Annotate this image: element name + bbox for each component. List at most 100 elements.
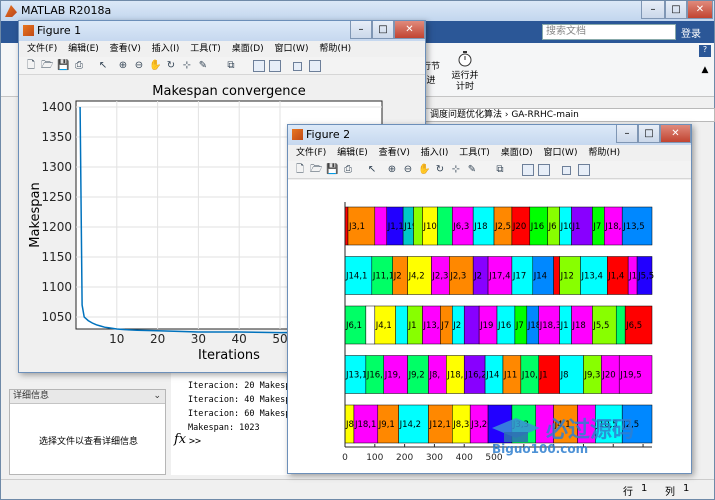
- task-label: J18,3: [539, 321, 561, 331]
- figure1-menubar: 文件(F) 编辑(E) 查看(V) 插入(I) 工具(T) 桌面(D) 窗口(W…: [19, 41, 425, 57]
- col-value: 1: [683, 483, 690, 494]
- x-tick-label: 10: [109, 332, 124, 346]
- zoom-in-icon[interactable]: ⊕: [117, 60, 129, 72]
- task-label: J1,4: [607, 272, 624, 282]
- open-file-icon[interactable]: 🗁: [310, 164, 322, 176]
- data-cursor-icon[interactable]: ⊹: [450, 164, 462, 176]
- task-label: J5,5: [592, 321, 609, 331]
- dock-icon[interactable]: [578, 164, 590, 176]
- task-label: J1: [539, 371, 548, 381]
- link-plot-icon[interactable]: ⧉: [225, 60, 237, 72]
- detail-panel-header[interactable]: 详细信息 ⌄: [10, 390, 165, 404]
- figure1-title-bar[interactable]: Figure 1 – □ ✕: [19, 21, 425, 41]
- menu-file[interactable]: 文件(F): [27, 41, 57, 57]
- collapse-ribbon-icon[interactable]: ▲: [699, 65, 711, 77]
- menu-tools[interactable]: 工具(T): [190, 41, 221, 57]
- task-label: J16: [530, 222, 544, 232]
- close-button[interactable]: ✕: [394, 21, 425, 39]
- y-tick-label: 1350: [41, 130, 72, 144]
- y-tick-label: 1400: [41, 100, 72, 114]
- menu-help[interactable]: 帮助(H): [319, 41, 351, 57]
- new-figure-icon[interactable]: 🗋: [294, 164, 306, 176]
- link-plot-icon[interactable]: ⧉: [494, 164, 506, 176]
- run-and-time-button[interactable]: 运行并 计时: [449, 71, 481, 93]
- hide-tools-icon[interactable]: [293, 62, 302, 71]
- figure2-menubar: 文件(F) 编辑(E) 查看(V) 插入(I) 工具(T) 桌面(D) 窗口(W…: [288, 145, 691, 161]
- x-tick-label: 100: [366, 453, 383, 463]
- task-bar: [374, 206, 387, 246]
- legend-icon[interactable]: [269, 60, 281, 72]
- task-bar: [437, 206, 453, 246]
- rotate-icon[interactable]: ↻: [165, 60, 177, 72]
- zoom-out-icon[interactable]: ⊖: [133, 60, 145, 72]
- y-tick-label: 1150: [41, 250, 72, 264]
- zoom-out-icon[interactable]: ⊖: [402, 164, 414, 176]
- task-bar: [395, 305, 408, 345]
- close-button[interactable]: ✕: [660, 125, 691, 143]
- menu-desktop[interactable]: 桌面(D): [232, 41, 264, 57]
- minimize-button[interactable]: –: [641, 1, 665, 19]
- save-icon[interactable]: 💾: [326, 164, 338, 176]
- menu-window[interactable]: 窗口(W): [544, 145, 578, 161]
- print-icon[interactable]: ⎙: [73, 60, 85, 72]
- task-label: J3,1: [348, 222, 365, 232]
- x-axis-label: Iterations: [198, 348, 260, 363]
- function-browser-icon[interactable]: fx: [174, 432, 186, 447]
- menu-insert[interactable]: 插入(I): [421, 145, 449, 161]
- minimize-button[interactable]: –: [616, 125, 638, 143]
- figure2-toolbar: 🗋 🗁 💾 ⎙ ↖ ⊕ ⊖ ✋ ↻ ⊹ ✎ ⧉: [288, 161, 691, 179]
- chart-title: Makespan convergence: [152, 84, 305, 99]
- menu-view[interactable]: 查看(V): [379, 145, 410, 161]
- brush-icon[interactable]: ✎: [197, 60, 209, 72]
- menu-view[interactable]: 查看(V): [110, 41, 141, 57]
- zoom-in-icon[interactable]: ⊕: [386, 164, 398, 176]
- maximize-button[interactable]: □: [665, 1, 687, 19]
- new-figure-icon[interactable]: 🗋: [25, 60, 37, 72]
- legend-icon[interactable]: [538, 164, 550, 176]
- colorbar-icon[interactable]: [253, 60, 265, 72]
- task-label: J19,5: [619, 371, 641, 381]
- save-icon[interactable]: 💾: [57, 60, 69, 72]
- y-tick-label: 1050: [41, 310, 72, 324]
- chevron-down-icon[interactable]: ⌄: [153, 390, 161, 403]
- task-label: J13,1: [345, 371, 367, 381]
- pointer-icon[interactable]: ↖: [97, 60, 109, 72]
- brush-icon[interactable]: ✎: [466, 164, 478, 176]
- colorbar-icon[interactable]: [522, 164, 534, 176]
- menu-window[interactable]: 窗口(W): [275, 41, 309, 57]
- task-label: J4,2: [408, 272, 425, 282]
- task-label: J2: [473, 272, 482, 282]
- menu-insert[interactable]: 插入(I): [152, 41, 180, 57]
- login-link[interactable]: 登录: [681, 25, 709, 40]
- task-label: J14,2: [399, 420, 421, 430]
- rotate-icon[interactable]: ↻: [434, 164, 446, 176]
- menu-file[interactable]: 文件(F): [296, 145, 326, 161]
- maximize-button[interactable]: □: [638, 125, 660, 143]
- open-file-icon[interactable]: 🗁: [41, 60, 53, 72]
- x-tick-label: 400: [456, 453, 473, 463]
- pan-icon[interactable]: ✋: [418, 164, 430, 176]
- search-input[interactable]: 搜索文档: [542, 24, 676, 40]
- menu-tools[interactable]: 工具(T): [459, 145, 490, 161]
- close-button[interactable]: ✕: [687, 1, 713, 19]
- menu-edit[interactable]: 编辑(E): [68, 41, 99, 57]
- run-timing-icon[interactable]: [451, 49, 479, 67]
- pan-icon[interactable]: ✋: [149, 60, 161, 72]
- menu-edit[interactable]: 编辑(E): [337, 145, 368, 161]
- dock-icon[interactable]: [309, 60, 321, 72]
- print-icon[interactable]: ⎙: [342, 164, 354, 176]
- task-label: J2,3: [449, 272, 466, 282]
- help-icon[interactable]: ?: [699, 45, 711, 57]
- maximize-button[interactable]: □: [372, 21, 394, 39]
- data-cursor-icon[interactable]: ⊹: [181, 60, 193, 72]
- command-prompt[interactable]: >>: [189, 436, 201, 447]
- minimize-button[interactable]: –: [350, 21, 372, 39]
- menu-desktop[interactable]: 桌面(D): [501, 145, 533, 161]
- current-folder-path[interactable]: 调度问题优化算法 › GA-RRHC-main: [421, 108, 715, 122]
- pointer-icon[interactable]: ↖: [366, 164, 378, 176]
- command-window[interactable]: Iteracion: 20 Makespan Iteracion: 40 Mak…: [171, 373, 301, 475]
- task-label: J14,1: [345, 272, 367, 282]
- hide-tools-icon[interactable]: [562, 166, 571, 175]
- figure2-title-bar[interactable]: Figure 2 – □ ✕: [288, 125, 691, 145]
- menu-help[interactable]: 帮助(H): [588, 145, 620, 161]
